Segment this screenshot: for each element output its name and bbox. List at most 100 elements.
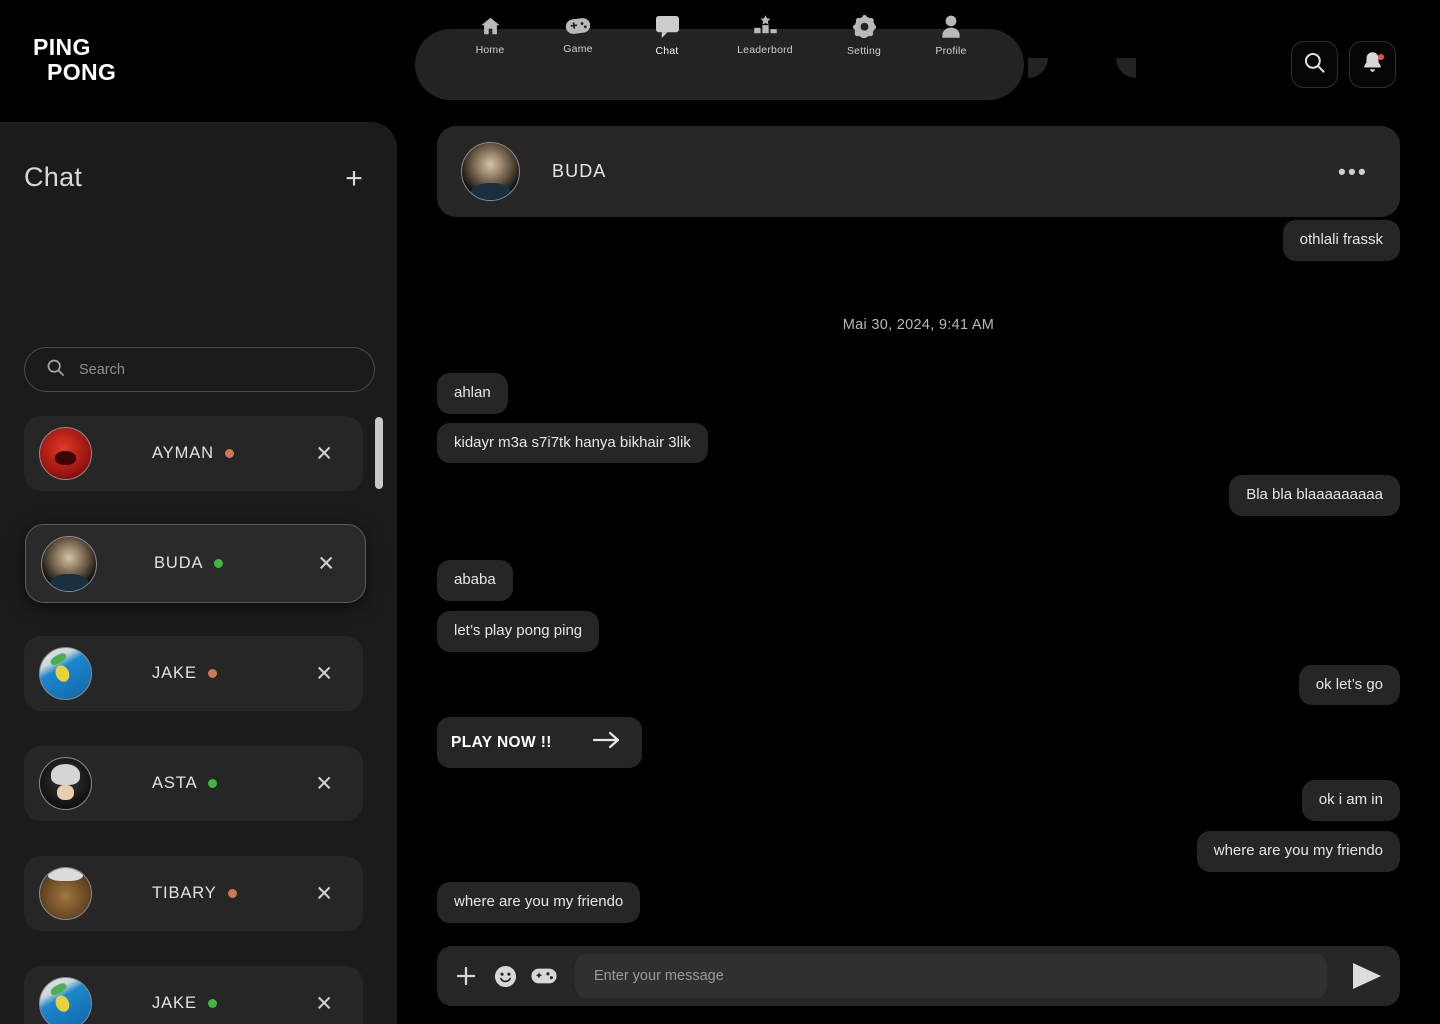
status-dot-away	[224, 449, 234, 459]
chat-name: TIBARY	[152, 884, 237, 903]
message-thread: othlali frassk Mai 30, 2024, 9:41 AM ahl…	[397, 122, 1440, 942]
nav-item-leaderboard[interactable]: Leaderbord	[721, 0, 809, 71]
new-chat-button[interactable]: +	[341, 164, 367, 194]
conversation-header: BUDA •••	[437, 126, 1400, 217]
message-bubble: where are you my friendo	[1196, 831, 1400, 872]
status-dot-online	[214, 559, 224, 569]
nav-item-setting[interactable]: Setting	[820, 0, 908, 71]
play-now-button[interactable]: PLAY NOW !!	[437, 717, 642, 769]
avatar	[39, 647, 92, 700]
logo-line-1: PING	[33, 34, 91, 60]
send-button[interactable]	[1348, 957, 1386, 995]
message-row-play-invite: PLAY NOW !!	[437, 717, 1400, 769]
remove-chat-button[interactable]: ✕	[315, 773, 333, 794]
nav-label-chat: Chat	[655, 44, 679, 57]
sidebar-title: Chat	[24, 162, 83, 192]
nav-active-notch	[1048, 51, 1116, 129]
nav-notch-right	[1116, 58, 1136, 78]
remove-chat-button[interactable]: ✕	[315, 663, 333, 684]
message-row-outgoing: ok i am in	[437, 780, 1400, 821]
message-row-outgoing: othlali frassk	[437, 220, 1400, 261]
search-button[interactable]	[1291, 41, 1338, 88]
message-bubble: Bla bla blaaaaaaaaa	[1229, 475, 1400, 516]
chat-name: JAKE	[152, 994, 217, 1013]
status-dot-away	[207, 669, 217, 679]
message-row-incoming: where are you my friendo	[437, 881, 1400, 923]
conversation-panel: othlali frassk Mai 30, 2024, 9:41 AM ahl…	[397, 122, 1440, 1024]
nav-item-profile[interactable]: Profile	[907, 0, 995, 71]
app-logo: PING PONG	[33, 35, 116, 85]
notifications-button[interactable]	[1349, 41, 1396, 88]
conversation-title: BUDA	[552, 161, 607, 181]
avatar	[39, 867, 92, 920]
list-item[interactable]: JAKE ✕	[24, 636, 363, 711]
avatar	[39, 757, 92, 810]
chat-list-scrollbar[interactable]	[375, 417, 383, 489]
status-dot-away	[227, 889, 237, 899]
message-input-wrapper[interactable]	[575, 954, 1327, 998]
nav-item-game[interactable]: Game	[534, 0, 622, 71]
remove-chat-button[interactable]: ✕	[315, 993, 333, 1014]
message-bubble: kidayr m3a s7i7tk hanya bikhair 3lik	[437, 422, 708, 464]
nav-label-leaderboard: Leaderbord	[737, 44, 793, 56]
message-row-incoming: let’s play pong ping	[437, 610, 1400, 652]
search-input[interactable]	[79, 361, 339, 378]
message-row-outgoing: ok let’s go	[437, 664, 1400, 706]
message-row-outgoing: Bla bla blaaaaaaaaa	[437, 475, 1400, 516]
chat-name: AYMAN	[152, 444, 234, 463]
nav-item-chat[interactable]: Chat	[623, 0, 711, 71]
avatar	[39, 427, 92, 480]
search-icon	[1303, 51, 1326, 79]
status-dot-online	[208, 779, 218, 789]
emoji-button[interactable]	[492, 963, 518, 989]
message-bubble: let’s play pong ping	[437, 610, 600, 652]
avatar	[39, 977, 92, 1024]
gamepad-icon	[565, 16, 591, 36]
message-bubble: ahlan	[437, 372, 508, 414]
nav-notch-left	[1028, 58, 1048, 78]
list-item[interactable]: ASTA ✕	[24, 746, 363, 821]
remove-chat-button[interactable]: ✕	[315, 883, 333, 904]
search-icon	[46, 358, 65, 382]
nav-label-profile: Profile	[935, 44, 967, 57]
logo-line-2: PONG	[47, 59, 117, 85]
message-bubble: where are you my friendo	[437, 881, 641, 923]
gear-icon	[852, 14, 876, 38]
conversation-menu-button[interactable]: •••	[1338, 160, 1368, 183]
message-row-incoming: ababa	[437, 560, 1400, 601]
attach-button[interactable]	[453, 963, 479, 989]
status-dot-online	[207, 999, 217, 1009]
nav-label-home: Home	[475, 44, 505, 56]
arrow-right-icon	[592, 730, 622, 755]
sidebar-search[interactable]	[24, 347, 375, 392]
game-invite-button[interactable]	[531, 963, 557, 989]
chat-name: JAKE	[152, 664, 217, 683]
list-item[interactable]: TIBARY ✕	[24, 856, 363, 931]
chat-bubble-icon	[655, 15, 680, 38]
date-separator: Mai 30, 2024, 9:41 AM	[842, 316, 995, 333]
nav-item-home[interactable]: Home	[446, 0, 534, 71]
podium-icon	[752, 15, 779, 37]
chat-name: ASTA	[152, 774, 218, 793]
chat-name: BUDA	[154, 554, 224, 573]
list-item[interactable]: JAKE ✕	[24, 966, 363, 1024]
message-bubble: ababa	[437, 560, 513, 601]
message-bubble: ok i am in	[1301, 780, 1400, 821]
message-composer	[437, 946, 1400, 1006]
message-row-incoming: kidayr m3a s7i7tk hanya bikhair 3lik	[437, 422, 1400, 464]
home-icon	[479, 15, 502, 37]
list-item[interactable]: AYMAN ✕	[24, 416, 363, 491]
remove-chat-button[interactable]: ✕	[317, 553, 335, 574]
user-icon	[940, 15, 962, 38]
notification-badge	[1378, 54, 1384, 60]
top-bar: PING PONG Home Game Chat Leaderbord Sett…	[0, 0, 1440, 129]
message-input[interactable]	[594, 968, 1327, 984]
nav-label-game: Game	[563, 43, 593, 55]
list-item-selected[interactable]: BUDA ✕	[25, 524, 366, 603]
remove-chat-button[interactable]: ✕	[315, 443, 333, 464]
sidebar-header: Chat +	[24, 162, 373, 202]
nav-label-setting: Setting	[846, 44, 882, 57]
avatar	[41, 535, 97, 592]
chat-list: AYMAN ✕ BUDA ✕ JAKE ✕ ASTA ✕ TIBARY ✕ JA…	[0, 412, 397, 1024]
chat-sidebar: Chat + AYMAN ✕ BUDA ✕ JAKE ✕ ASTA ✕	[0, 122, 397, 1024]
